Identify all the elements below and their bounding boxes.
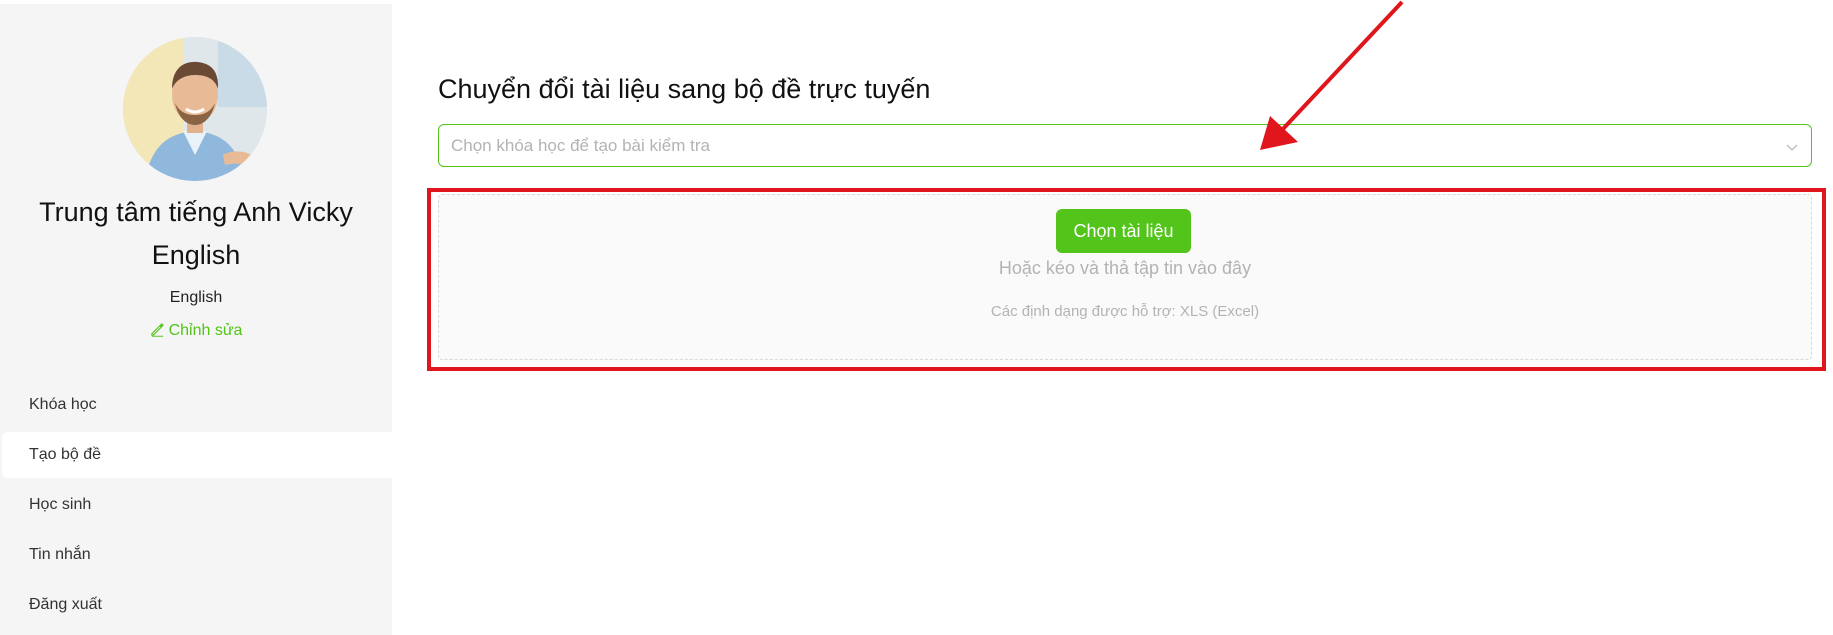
annotation-arrow-icon xyxy=(1260,0,1404,150)
course-select[interactable]: Chọn khóa học để tạo bài kiểm tra xyxy=(438,124,1812,167)
sidebar-item-students[interactable]: Học sinh xyxy=(2,482,392,528)
profile-name: Trung tâm tiếng Anh Vicky English xyxy=(39,197,353,270)
sidebar-item-create-test[interactable]: Tạo bộ đề xyxy=(2,432,392,478)
sidebar-item-label: Khóa học xyxy=(29,396,97,413)
sidebar-item-label: Tạo bộ đề xyxy=(29,446,102,463)
pencil-icon xyxy=(150,323,164,337)
sidebar-item-label: Học sinh xyxy=(29,496,92,513)
page: Trung tâm tiếng Anh Vicky English Englis… xyxy=(0,0,1833,635)
sidebar-item-courses[interactable]: Khóa học xyxy=(2,382,392,428)
chevron-down-icon xyxy=(1786,144,1798,152)
sidebar: Trung tâm tiếng Anh Vicky English Englis… xyxy=(0,4,392,635)
sidebar-item-logout[interactable]: Đăng xuất xyxy=(2,582,392,628)
sidebar-nav: Khóa học Tạo bộ đề Học sinh Tin nhắn Đăn… xyxy=(0,382,392,632)
avatar xyxy=(123,37,267,181)
page-title: Chuyển đổi tài liệu sang bộ đề trực tuyế… xyxy=(438,74,931,104)
sidebar-item-messages[interactable]: Tin nhắn xyxy=(2,532,392,578)
annotation-highlight-box xyxy=(427,188,1826,371)
sidebar-item-label: Đăng xuất xyxy=(29,596,102,613)
avatar-photo xyxy=(123,37,267,181)
profile-subject: English xyxy=(169,289,223,306)
edit-profile-link[interactable]: Chỉnh sửa xyxy=(0,322,392,340)
edit-label: Chỉnh sửa xyxy=(168,322,243,339)
sidebar-item-label: Tin nhắn xyxy=(29,546,91,563)
course-select-placeholder: Chọn khóa học để tạo bài kiểm tra xyxy=(451,136,710,155)
